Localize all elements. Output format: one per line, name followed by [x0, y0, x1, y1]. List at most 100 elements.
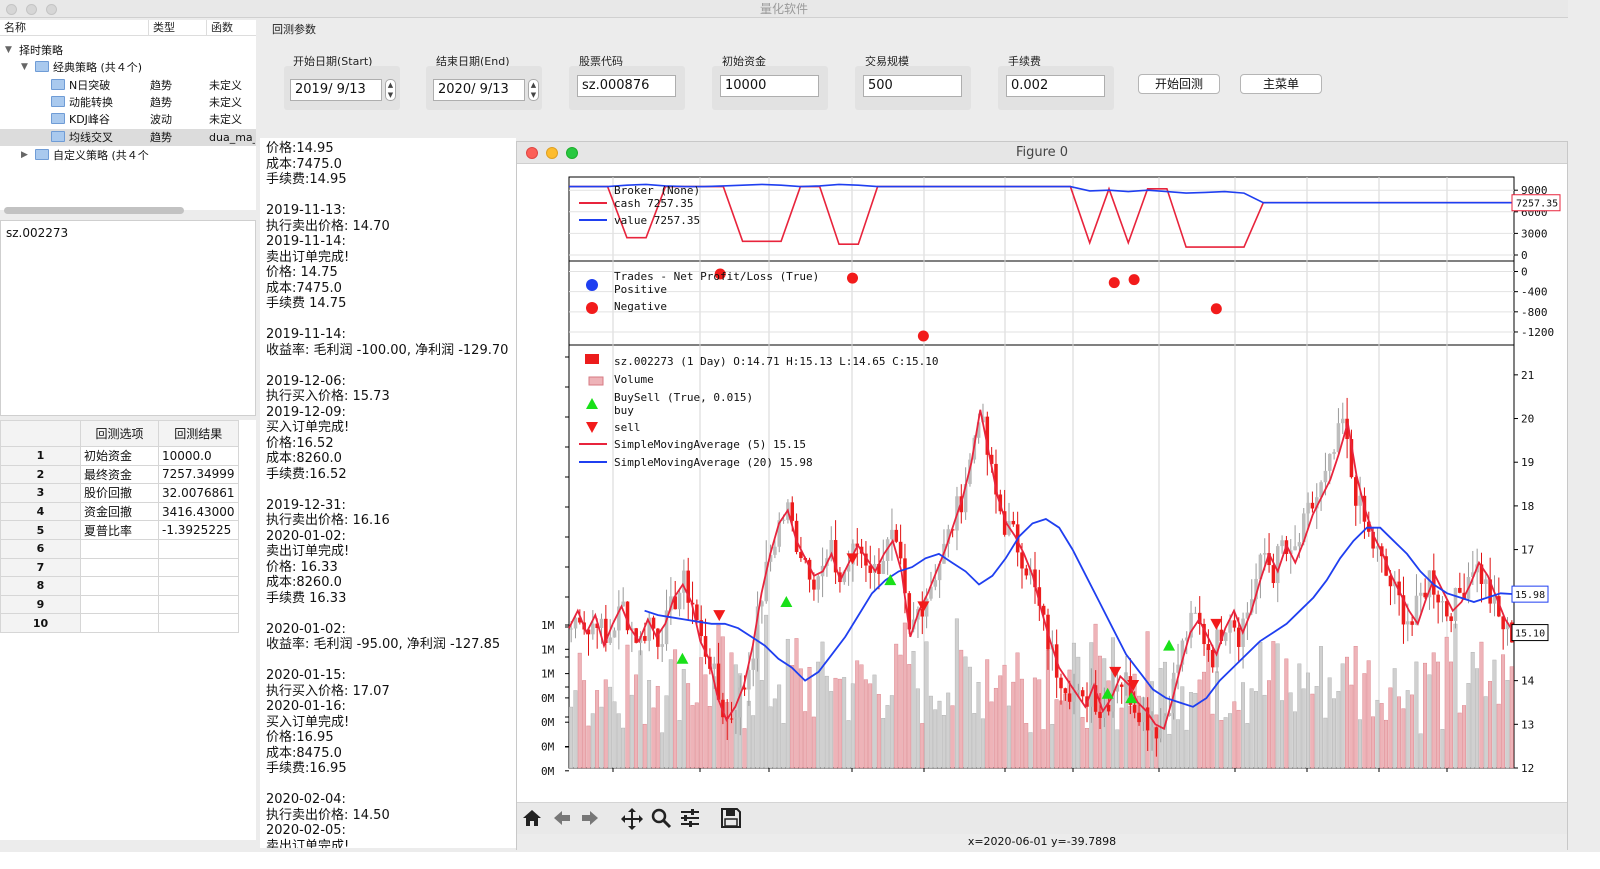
- volume-bar: [681, 669, 686, 769]
- log-line: 成本:8475.0: [266, 745, 342, 761]
- candle-body: [569, 628, 573, 630]
- results-col-value[interactable]: 回测结果: [158, 420, 239, 447]
- tree-group-custom[interactable]: ▶ 自定义策略 (共４个: [0, 147, 256, 164]
- volume-bar: [842, 677, 847, 769]
- results-row[interactable]: 5 夏普比率 -1.3925225: [0, 520, 239, 540]
- volume-bar: [907, 664, 912, 769]
- backtest-log[interactable]: 价格:14.95 成本:7475.0 手续费:14.95 2019-11-13: 执行卖…: [260, 138, 516, 848]
- fee-input[interactable]: 0.002: [1006, 75, 1105, 97]
- log-line: 手续费 16.33: [266, 590, 347, 606]
- tree-item-momentum[interactable]: 动能转换 趋势 未定义: [0, 94, 256, 111]
- stock-list[interactable]: sz.002273: [0, 220, 256, 416]
- volume-bar: [1362, 673, 1367, 769]
- results-row[interactable]: 8: [0, 576, 239, 596]
- option-cell[interactable]: [80, 576, 159, 596]
- value-cell[interactable]: -1.3925225: [158, 520, 239, 540]
- tree-root[interactable]: ▼ 择时策略: [0, 42, 256, 59]
- option-cell[interactable]: 资金回撤: [80, 501, 159, 522]
- strategy-tree[interactable]: 名称 类型 函数 ▼ 择时策略 ▼ 经典策略 (共４个) N日突破 趋势 未定义…: [0, 20, 256, 210]
- log-line: 2020-02-05:: [266, 823, 346, 838]
- configure-icon[interactable]: [679, 807, 701, 834]
- value-cell[interactable]: 32.0076861: [158, 483, 239, 503]
- tree-item-kdj[interactable]: KDJ峰谷 波动 未定义: [0, 111, 256, 128]
- results-row[interactable]: 9: [0, 594, 239, 615]
- tree-col-name[interactable]: 名称: [0, 20, 148, 35]
- backtest-chart[interactable]: 90006000300007257.35Broker (None)cash 72…: [517, 165, 1567, 802]
- option-cell[interactable]: [80, 557, 159, 578]
- results-row[interactable]: 6: [0, 538, 239, 559]
- tree-item-ma-cross[interactable]: 均线交叉 趋势 dua_ma_s: [0, 129, 256, 146]
- zoom-icon[interactable]: [650, 807, 672, 834]
- tree-horizontal-scrollbar[interactable]: [4, 207, 184, 214]
- value-cell[interactable]: 10000.0: [158, 446, 239, 466]
- fee-group: 0.002: [998, 66, 1114, 110]
- tree-item-type: 波动: [150, 113, 172, 126]
- back-icon[interactable]: [551, 807, 573, 834]
- value-cell[interactable]: 7257.34999: [158, 464, 239, 485]
- forward-icon[interactable]: [579, 807, 601, 834]
- end-date-stepper[interactable]: ▲ ▼: [528, 79, 539, 101]
- results-row[interactable]: 4 资金回撤 3416.43000: [0, 501, 239, 522]
- option-cell[interactable]: 股价回撤: [80, 483, 159, 503]
- volume-bar: [1080, 717, 1085, 769]
- value-cell[interactable]: [158, 594, 239, 615]
- tree-col-type[interactable]: 类型: [148, 20, 206, 35]
- volume-bar: [1349, 684, 1354, 769]
- volume-bar: [677, 720, 682, 769]
- figure-minimize-button[interactable]: [546, 147, 558, 159]
- figure-zoom-button[interactable]: [566, 147, 578, 159]
- value-cell[interactable]: 3416.43000: [158, 501, 239, 522]
- tree-item-nday[interactable]: N日突破 趋势 未定义: [0, 77, 256, 94]
- volume-bar: [699, 657, 704, 769]
- results-row[interactable]: 1 初始资金 10000.0: [0, 446, 239, 466]
- stock-code-input[interactable]: sz.000876: [577, 75, 676, 97]
- results-col-option[interactable]: 回测选项: [80, 420, 159, 447]
- start-date-stepper[interactable]: ▲ ▼: [385, 79, 396, 101]
- initial-cash-input[interactable]: 10000: [720, 75, 819, 97]
- results-row[interactable]: 7: [0, 557, 239, 578]
- zoom-window-button[interactable]: [46, 4, 57, 15]
- volume-bar: [881, 718, 886, 769]
- save-icon[interactable]: [720, 807, 742, 834]
- start-backtest-button[interactable]: 开始回测: [1138, 74, 1220, 94]
- main-menu-button[interactable]: 主菜单: [1240, 74, 1322, 94]
- expand-arrow-icon[interactable]: ▼: [5, 42, 12, 59]
- folder-icon: [51, 131, 65, 142]
- value-cell[interactable]: [158, 557, 239, 578]
- results-row[interactable]: 2 最终资金 7257.34999: [0, 464, 239, 485]
- minimize-window-button[interactable]: [26, 4, 37, 15]
- tree-group-classic[interactable]: ▼ 经典策略 (共４个): [0, 59, 256, 76]
- option-cell[interactable]: [80, 538, 159, 559]
- close-window-button[interactable]: [6, 4, 17, 15]
- trade-size-input[interactable]: 500: [863, 75, 962, 97]
- option-cell[interactable]: 夏普比率: [80, 520, 159, 540]
- option-cell[interactable]: 初始资金: [80, 446, 159, 466]
- volume-bar: [1479, 641, 1484, 769]
- pan-icon[interactable]: [620, 807, 644, 836]
- option-cell[interactable]: [80, 594, 159, 615]
- start-date-input[interactable]: 2019/ 9/13: [290, 79, 382, 101]
- row-number: 6: [0, 538, 81, 559]
- tick-label: 18: [1521, 500, 1534, 513]
- option-cell[interactable]: 最终资金: [80, 464, 159, 485]
- option-cell[interactable]: [80, 613, 159, 633]
- volume-bar: [621, 727, 626, 769]
- volume-bar: [1184, 729, 1189, 769]
- candle-body: [712, 663, 716, 669]
- figure-close-button[interactable]: [526, 147, 538, 159]
- value-cell[interactable]: [158, 576, 239, 596]
- value-cell[interactable]: [158, 538, 239, 559]
- home-icon[interactable]: [521, 807, 543, 834]
- results-row[interactable]: 10: [0, 613, 239, 633]
- collapse-arrow-icon[interactable]: ▶: [21, 147, 28, 164]
- stock-list-item[interactable]: sz.002273: [6, 226, 250, 240]
- volume-bar: [1037, 679, 1042, 769]
- end-date-input[interactable]: 2020/ 9/13: [433, 79, 525, 101]
- tree-col-func[interactable]: 函数: [206, 20, 256, 35]
- candle-body: [1310, 502, 1315, 509]
- results-row[interactable]: 3 股价回撤 32.0076861: [0, 483, 239, 503]
- candle-body: [747, 669, 751, 690]
- expand-arrow-icon[interactable]: ▼: [21, 59, 28, 76]
- value-cell[interactable]: [158, 613, 239, 633]
- volume-bar: [768, 706, 773, 769]
